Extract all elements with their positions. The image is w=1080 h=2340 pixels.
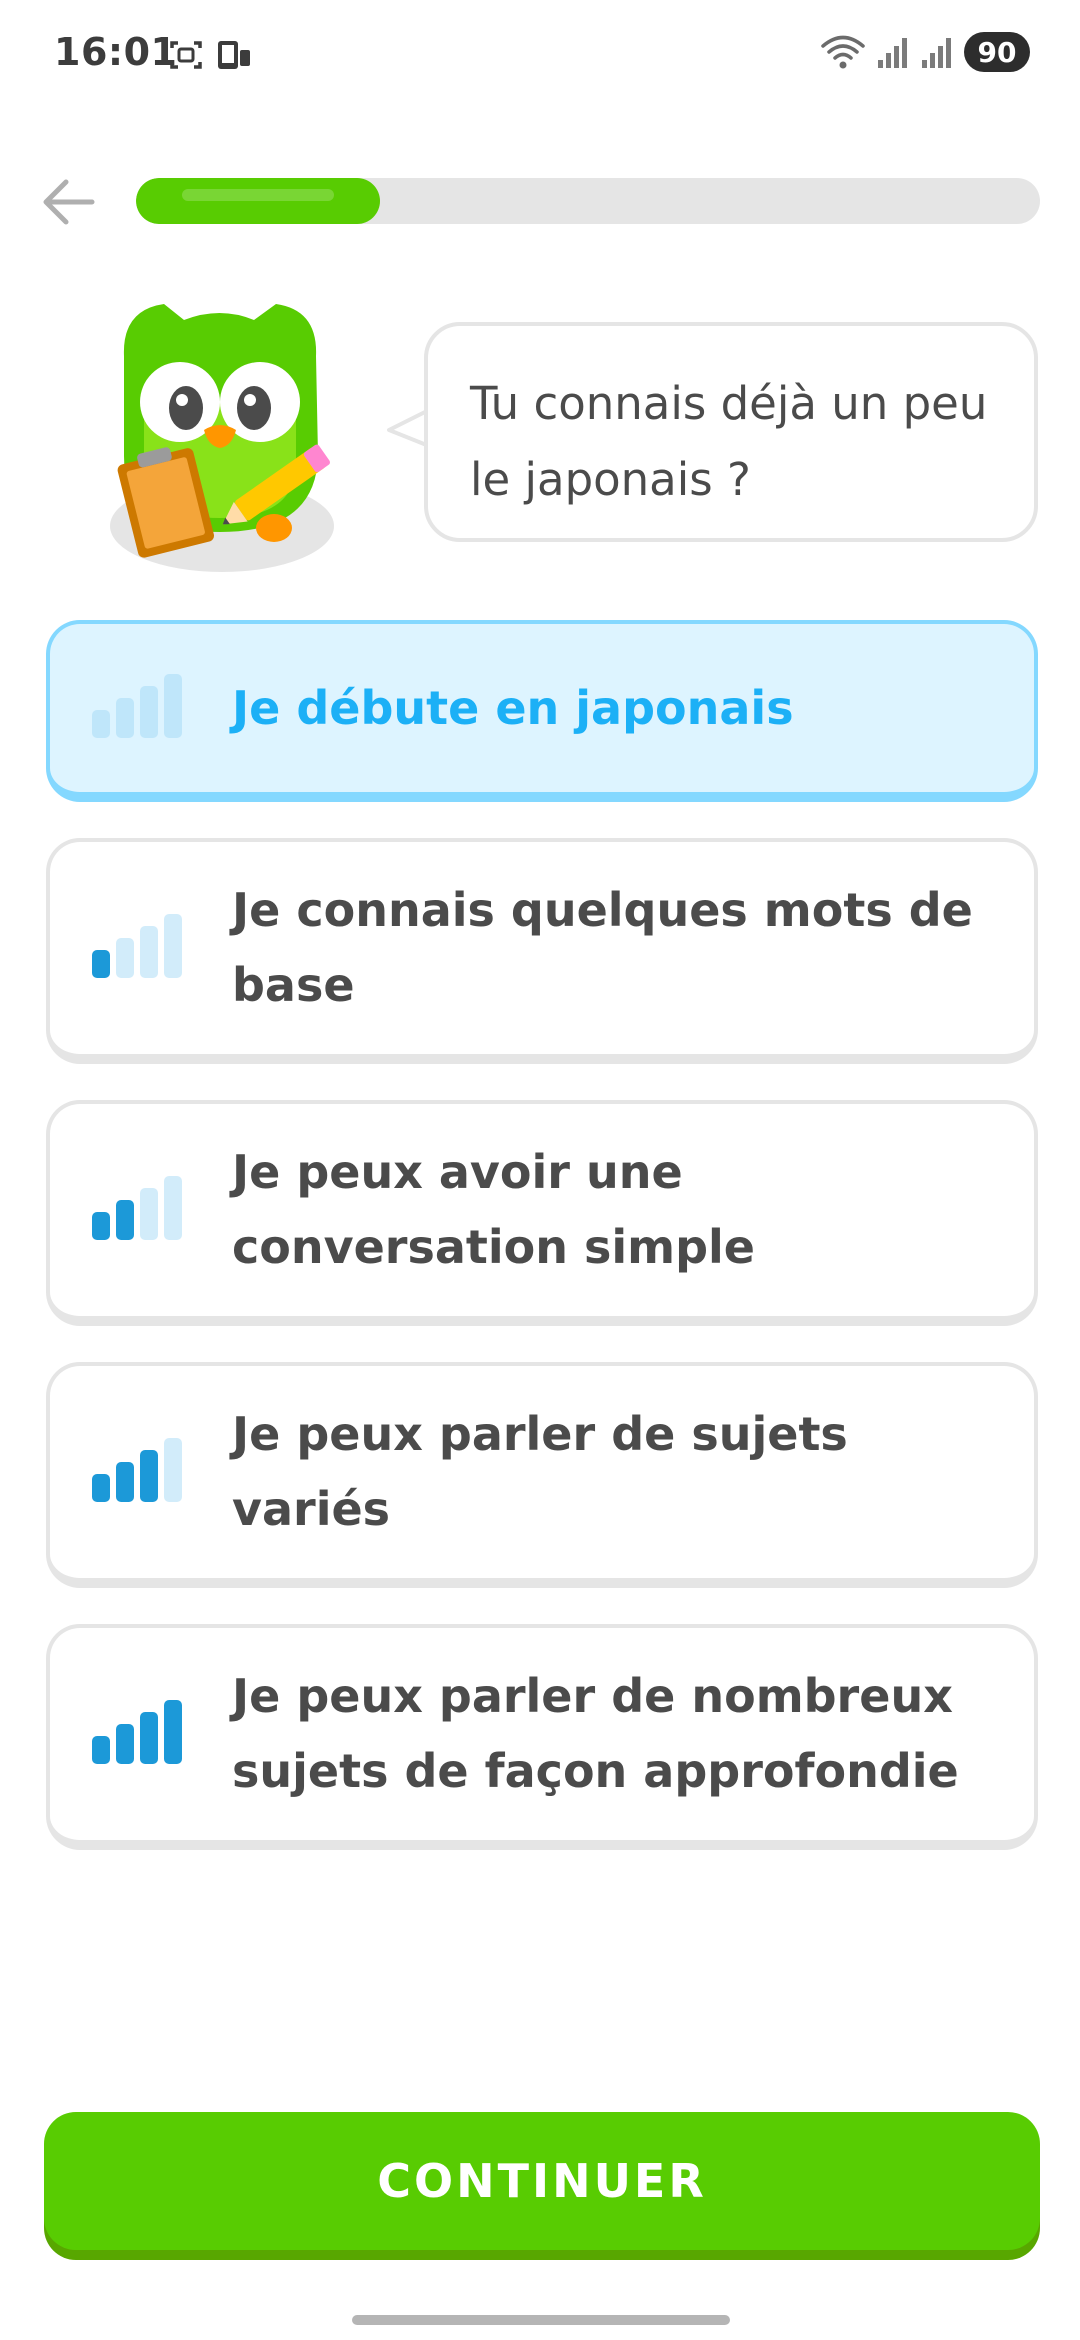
signal-bar bbox=[92, 1474, 110, 1502]
status-left-icons bbox=[168, 38, 254, 72]
signal-bar bbox=[140, 926, 158, 978]
signal-bar bbox=[92, 1212, 110, 1240]
signal-bar bbox=[164, 1700, 182, 1764]
arrow-left-icon bbox=[43, 179, 95, 225]
signal-level-2-icon bbox=[92, 1176, 182, 1240]
signal-level-4-icon bbox=[92, 1700, 182, 1764]
status-bar: 16:01 90 bbox=[0, 0, 1080, 110]
signal-bar bbox=[116, 1724, 134, 1764]
signal-bar bbox=[140, 1712, 158, 1764]
back-button[interactable] bbox=[36, 170, 100, 234]
status-right: 90 bbox=[820, 32, 1030, 72]
home-indicator[interactable] bbox=[352, 2315, 730, 2325]
phone-icon bbox=[218, 41, 250, 69]
option-varied-topics[interactable]: Je peux parler de sujets variés bbox=[46, 1362, 1038, 1588]
continue-label: CONTINUER bbox=[377, 2154, 707, 2208]
signal-bar bbox=[116, 938, 134, 978]
signal-icon bbox=[878, 38, 907, 68]
status-time: 16:01 bbox=[54, 30, 178, 74]
option-beginner[interactable]: Je débute en japonais bbox=[46, 620, 1038, 802]
option-basic-words[interactable]: Je connais quelques mots de base bbox=[46, 838, 1038, 1064]
signal-bar bbox=[164, 914, 182, 978]
option-simple-conversation[interactable]: Je peux avoir une conversation simple bbox=[46, 1100, 1038, 1326]
signal-bar bbox=[92, 710, 110, 738]
option-label: Je peux parler de sujets variés bbox=[232, 1407, 848, 1536]
signal-bar bbox=[164, 1438, 182, 1502]
option-label: Je peux avoir une conversation simple bbox=[232, 1145, 756, 1274]
option-label: Je connais quelques mots de base bbox=[232, 883, 973, 1012]
wifi-icon bbox=[821, 35, 865, 69]
option-label: Je débute en japonais bbox=[232, 680, 794, 735]
signal-bar bbox=[92, 1736, 110, 1764]
signal-bar bbox=[164, 1176, 182, 1240]
signal-icon bbox=[922, 38, 951, 68]
signal-bar bbox=[140, 686, 158, 738]
screenshot-icon bbox=[170, 41, 202, 69]
battery-indicator: 90 bbox=[964, 32, 1030, 72]
prompt-question: Tu connais déjà un peu le japonais ? bbox=[470, 377, 988, 506]
signal-level-3-icon bbox=[92, 1438, 182, 1502]
signal-level-0-icon bbox=[92, 674, 182, 738]
option-in-depth-topics[interactable]: Je peux parler de nombreux sujets de faç… bbox=[46, 1624, 1038, 1850]
lesson-progress-bar bbox=[136, 178, 1040, 224]
signal-bar bbox=[116, 698, 134, 738]
signal-bar bbox=[140, 1188, 158, 1240]
owl-mascot-image bbox=[110, 304, 334, 572]
continue-button[interactable]: CONTINUER bbox=[44, 2112, 1040, 2250]
signal-bar bbox=[116, 1462, 134, 1502]
speech-bubble: Tu connais déjà un peu le japonais ? bbox=[424, 322, 1038, 542]
signal-bar bbox=[164, 674, 182, 738]
signal-level-1-icon bbox=[92, 914, 182, 978]
proficiency-options: Je débute en japonais Je connais quelque… bbox=[46, 620, 1038, 1886]
signal-bar bbox=[92, 950, 110, 978]
option-label: Je peux parler de nombreux sujets de faç… bbox=[232, 1669, 959, 1798]
signal-bar bbox=[140, 1450, 158, 1502]
signal-bar bbox=[116, 1200, 134, 1240]
progress-highlight bbox=[182, 189, 334, 201]
progress-fill bbox=[136, 178, 380, 224]
